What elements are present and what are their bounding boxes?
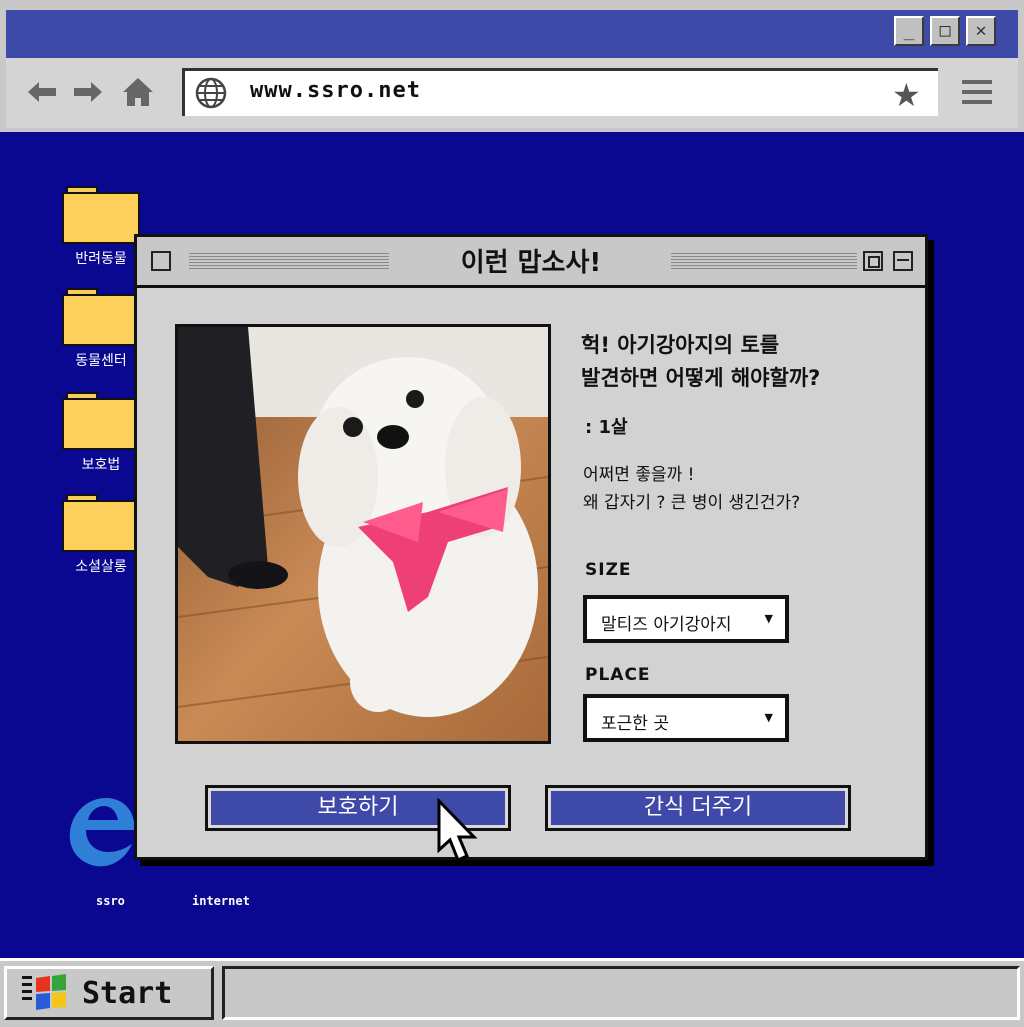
heading-line-1: 헉! 아기강아지의 토를 (581, 333, 780, 357)
desktop-folder-protection-law[interactable]: 보호법 (58, 392, 144, 474)
desktop-folder-animal-center[interactable]: 동물센터 (58, 288, 144, 370)
desktop-folder-social-salon[interactable]: 소셜살롱 (58, 494, 144, 576)
age-text: : 1살 (585, 417, 628, 438)
place-label: PLACE (585, 665, 651, 685)
dropdown-arrow-icon: ▼ (764, 711, 773, 724)
folder-label: 동물센터 (75, 353, 127, 369)
place-select-value: 포근한 곳 (601, 714, 669, 734)
desc-line-1: 어쩌면 좋을까 ! (583, 465, 695, 485)
size-label: SIZE (585, 560, 632, 580)
forward-icon[interactable] (70, 74, 106, 110)
snack-button[interactable]: 간식 더주기 (545, 785, 851, 831)
place-select[interactable]: 포근한 곳 ▼ (583, 694, 789, 742)
start-label: Start (82, 976, 173, 1011)
browser-title-bar[interactable] (6, 10, 1018, 58)
folder-icon (62, 186, 140, 244)
folder-icon (62, 288, 140, 346)
ssro-icon-label: ssro (96, 894, 125, 908)
taskbar-tray (222, 966, 1020, 1020)
edge-browser-icon[interactable] (62, 786, 142, 876)
dialog-description: 어쩌면 좋을까 ! 왜 갑자기 ? 큰 병이 생긴건가? (583, 461, 800, 517)
globe-icon (194, 76, 228, 114)
folder-label: 보호법 (81, 457, 121, 473)
back-icon[interactable] (24, 74, 60, 110)
alert-dialog: 이런 맙소사! 헉! 아기강아지의 토를 발견하면 어떻게 해야할까?: 1살… (134, 234, 928, 860)
puppy-photo (175, 324, 551, 744)
folder-icon (62, 392, 140, 450)
dialog-heading: 헉! 아기강아지의 토를 발견하면 어떻게 해야할까? (581, 329, 911, 395)
dropdown-arrow-icon: ▼ (764, 612, 773, 625)
size-select-value: 말티즈 아기강아지 (601, 615, 732, 635)
folder-icon (62, 494, 140, 552)
home-icon[interactable] (120, 74, 156, 110)
folder-label: 반려동물 (75, 251, 127, 267)
dialog-title-wrap: 이런 맙소사! (137, 242, 925, 279)
windows-logo-icon (22, 974, 70, 1016)
desktop-folder-pets[interactable]: 반려동물 (58, 186, 144, 268)
dialog-title: 이런 맙소사! (436, 242, 626, 279)
maximize-button[interactable]: □ (930, 16, 960, 46)
heading-line-2: 발견하면 어떻게 해야할까? (581, 366, 821, 390)
dialog-restore-box[interactable] (863, 251, 883, 271)
internet-icon-label: internet (192, 894, 250, 908)
folder-label: 소셜살롱 (75, 559, 127, 575)
desc-line-2: 왜 갑자기 ? 큰 병이 생긴건가? (583, 493, 801, 513)
url-text[interactable]: www.ssro.net (250, 78, 421, 103)
dialog-collapse-box[interactable] (893, 251, 913, 271)
dialog-title-bar[interactable]: 이런 맙소사! (137, 237, 925, 288)
mouse-cursor-icon (436, 797, 480, 868)
minimize-button[interactable]: _ (894, 16, 924, 46)
close-button[interactable]: ✕ (966, 16, 996, 46)
size-select[interactable]: 말티즈 아기강아지 ▼ (583, 595, 789, 643)
bookmark-star-icon[interactable]: ★ (892, 76, 921, 114)
menu-icon[interactable] (962, 80, 992, 104)
